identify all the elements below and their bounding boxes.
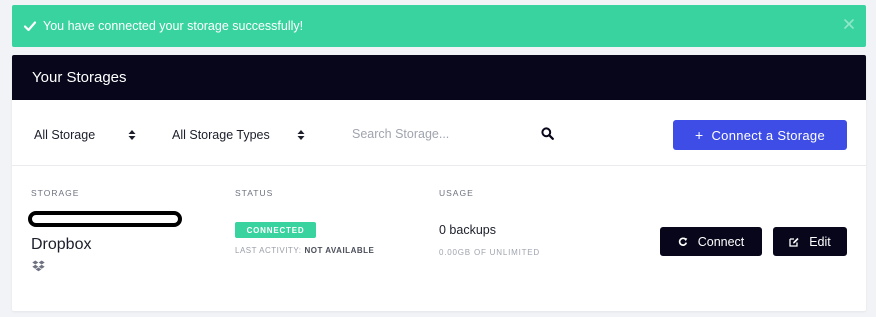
redacted-storage-label [28,211,182,227]
last-activity-value: NOT AVAILABLE [304,246,375,255]
row-connect-button[interactable]: Connect [660,227,762,256]
success-alert: You have connected your storage successf… [12,5,866,47]
storage-table: STORAGE STATUS USAGE Dropbox CONNECTED L… [12,55,866,311]
edit-icon [789,237,799,247]
alert-message: You have connected your storage successf… [43,19,304,33]
dropbox-icon [32,260,45,272]
last-activity-label: LAST ACTIVITY: [235,246,302,255]
column-header-status: STATUS [235,188,274,198]
usage-detail: 0.00GB OF UNLIMITED [439,248,540,257]
last-activity: LAST ACTIVITY: NOT AVAILABLE [235,246,374,255]
refresh-icon [678,236,688,246]
close-icon[interactable] [842,17,856,31]
check-icon [23,21,37,32]
column-header-usage: USAGE [439,188,474,198]
storage-name: Dropbox [31,236,92,253]
status-badge: CONNECTED [235,222,316,238]
row-edit-button[interactable]: Edit [773,227,847,256]
row-edit-label: Edit [809,234,831,249]
column-header-storage: STORAGE [31,188,80,198]
row-connect-label: Connect [697,234,745,249]
backup-count: 0 backups [439,223,496,237]
